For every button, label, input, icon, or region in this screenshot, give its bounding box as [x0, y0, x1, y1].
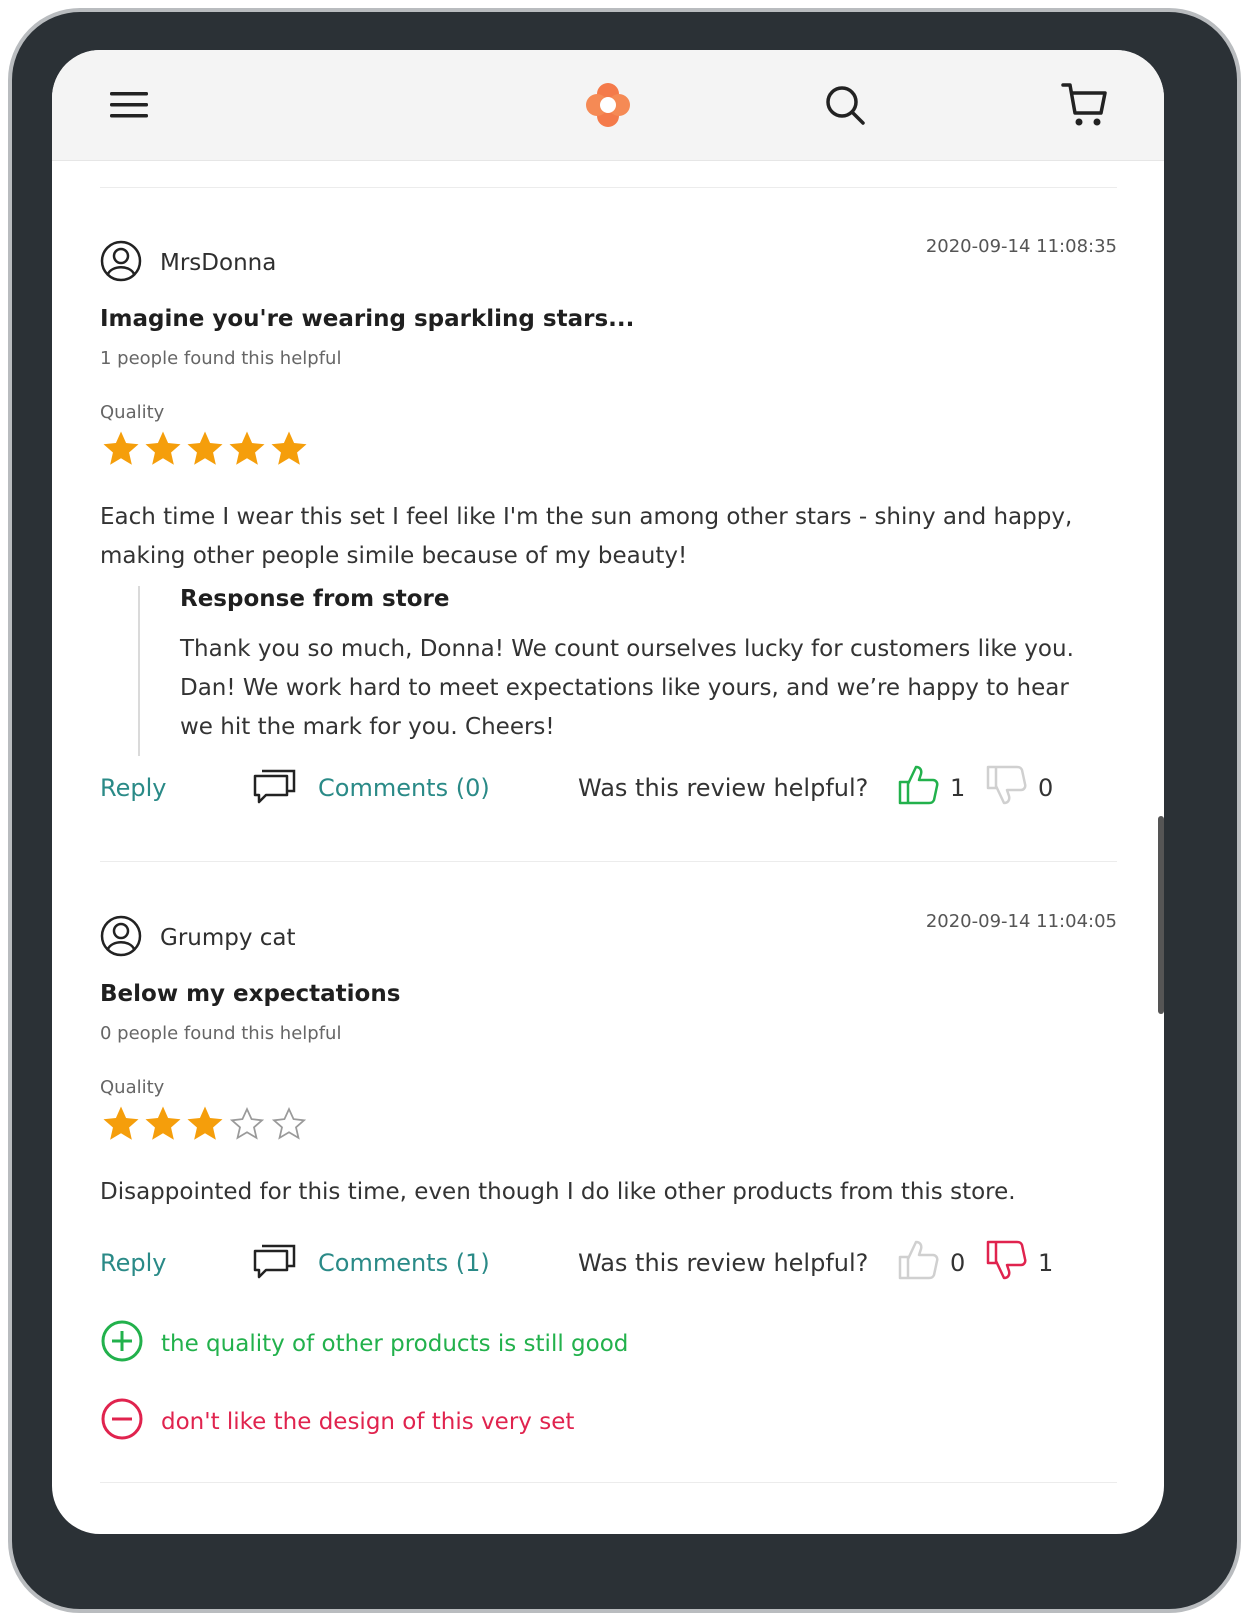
cons-text: don't like the design of this very set: [161, 1409, 575, 1435]
thumbs-up-icon: [896, 1238, 940, 1288]
quality-label: Quality: [100, 402, 165, 423]
dislike-button[interactable]: 0: [984, 763, 1054, 813]
user-avatar-icon: [100, 915, 142, 961]
helpful-question: Was this review helpful?: [578, 1249, 869, 1277]
comments-button[interactable]: Comments (1): [252, 1241, 490, 1285]
review-body: Each time I wear this set I feel like I'…: [100, 504, 1073, 569]
response-title: Response from store: [180, 586, 450, 612]
scrollbar[interactable]: [1158, 816, 1164, 1014]
review-date: 2020-09-14 11:04:05: [925, 911, 1117, 932]
star-filled-icon: [268, 428, 310, 474]
cart-icon[interactable]: [1058, 78, 1112, 132]
quality-rating: [100, 1103, 310, 1149]
star-empty-icon: [226, 1103, 268, 1149]
divider: [100, 1482, 1117, 1483]
screen: MrsDonna 2020-09-14 11:08:35 Imagine you…: [52, 50, 1164, 1534]
brand-logo-icon[interactable]: [582, 80, 634, 130]
review-actions: Reply Comments (1) Was this review helpf…: [100, 1238, 1117, 1288]
star-filled-icon: [100, 428, 142, 474]
review-title: Below my expectations: [100, 981, 401, 1007]
response-text: Thank you so much, Donna! We count ourse…: [180, 636, 1074, 740]
reply-button[interactable]: Reply: [100, 766, 166, 810]
comments-icon: [252, 1240, 298, 1286]
divider: [100, 187, 1117, 188]
review-card: Grumpy cat 2020-09-14 11:04:05 Below my …: [100, 911, 1117, 1455]
review-date: 2020-09-14 11:08:35: [925, 236, 1117, 257]
star-filled-icon: [100, 1103, 142, 1149]
comments-label: Comments (0): [318, 774, 490, 802]
divider: [100, 861, 1117, 862]
quality-rating: [100, 428, 310, 474]
comments-icon: [252, 765, 298, 811]
review-pros: the quality of other products is still g…: [100, 1319, 628, 1369]
pros-text: the quality of other products is still g…: [161, 1331, 629, 1357]
search-icon[interactable]: [820, 80, 870, 130]
star-filled-icon: [226, 428, 268, 474]
thumbs-down-icon: [984, 763, 1028, 813]
author-name: Grumpy cat: [160, 925, 296, 951]
star-filled-icon: [184, 428, 226, 474]
like-count: 0: [950, 1249, 966, 1277]
review-author: Grumpy cat: [100, 915, 296, 961]
comments-button[interactable]: Comments (0): [252, 766, 490, 810]
review-card: MrsDonna 2020-09-14 11:08:35 Imagine you…: [100, 236, 1117, 820]
thumbs-up-icon: [896, 763, 940, 813]
minus-circle-icon: [100, 1397, 144, 1447]
like-button[interactable]: 1: [896, 763, 966, 813]
tablet-frame: MrsDonna 2020-09-14 11:08:35 Imagine you…: [8, 8, 1241, 1613]
helpful-count: 0 people found this helpful: [100, 1023, 342, 1044]
star-empty-icon: [268, 1103, 310, 1149]
dislike-button[interactable]: 1: [984, 1238, 1054, 1288]
author-name: MrsDonna: [160, 250, 277, 276]
quality-label: Quality: [100, 1077, 165, 1098]
top-navigation-bar: [52, 50, 1164, 161]
plus-circle-icon: [100, 1319, 144, 1369]
user-avatar-icon: [100, 240, 142, 286]
helpful-question: Was this review helpful?: [578, 774, 869, 802]
review-title: Imagine you're wearing sparkling stars..…: [100, 306, 635, 332]
dislike-count: 1: [1038, 1249, 1054, 1277]
review-author: MrsDonna: [100, 240, 276, 286]
review-actions: Reply Comments (0) Was this review helpf…: [100, 763, 1117, 813]
hamburger-menu-icon[interactable]: [104, 80, 154, 130]
star-filled-icon: [142, 428, 184, 474]
like-count: 1: [950, 774, 966, 802]
star-filled-icon: [184, 1103, 226, 1149]
star-filled-icon: [142, 1103, 184, 1149]
review-cons: don't like the design of this very set: [100, 1397, 574, 1447]
like-button[interactable]: 0: [896, 1238, 966, 1288]
helpful-count: 1 people found this helpful: [100, 348, 342, 369]
comments-label: Comments (1): [318, 1249, 490, 1277]
reply-button[interactable]: Reply: [100, 1241, 166, 1285]
store-response: Response from store Thank you so much, D…: [138, 586, 1100, 756]
thumbs-down-icon: [984, 1238, 1028, 1288]
dislike-count: 0: [1038, 774, 1054, 802]
review-body: Disappointed for this time, even though …: [100, 1179, 1016, 1205]
